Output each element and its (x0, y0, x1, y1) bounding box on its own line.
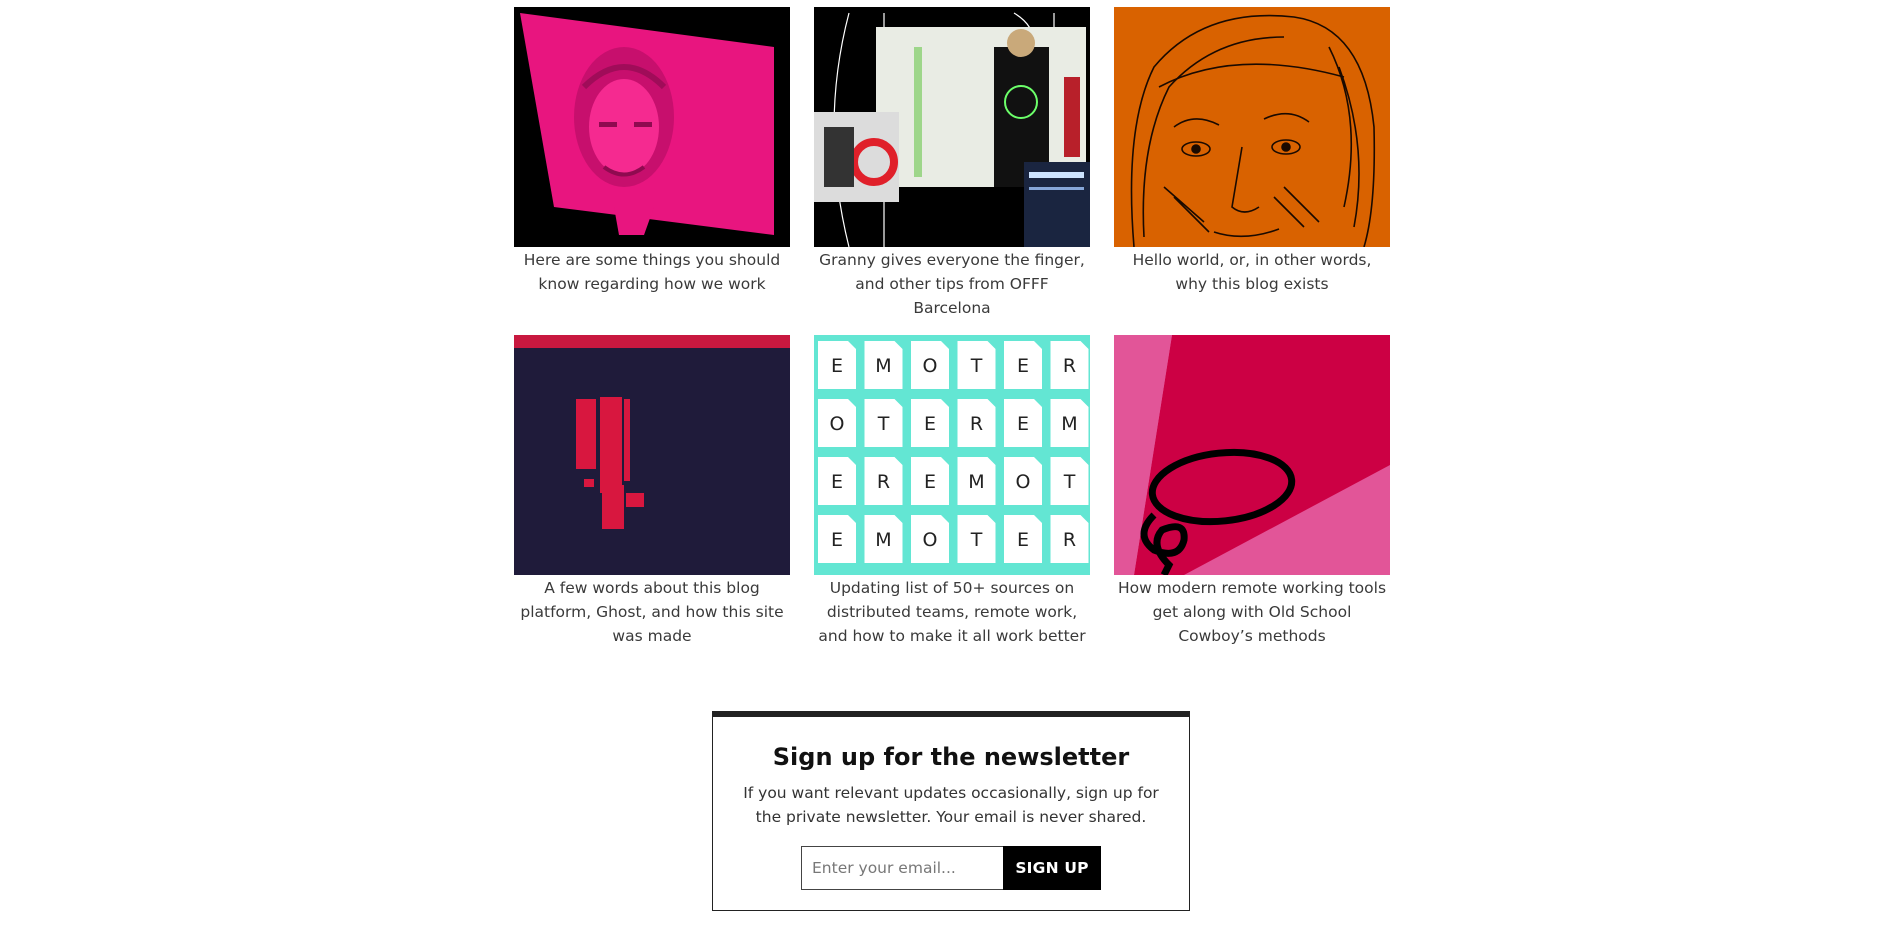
letter-glyph: E (831, 471, 843, 493)
letter-glyph: O (1016, 471, 1031, 493)
letter-glyph: M (1061, 413, 1077, 435)
letter-glyph: O (830, 413, 845, 435)
letter-glyph: T (1063, 471, 1076, 493)
letter-glyph: E (924, 471, 936, 493)
letter-glyph: E (1017, 413, 1029, 435)
newsletter-title: Sign up for the newsletter (772, 743, 1130, 771)
letter-glyph: M (875, 529, 891, 551)
post-card[interactable]: A few words about this blog platform, Gh… (514, 335, 790, 675)
newsletter-signup: Sign up for the newsletter If you want r… (712, 711, 1190, 911)
lasso-image[interactable] (1114, 335, 1390, 575)
event-collage-image[interactable] (814, 7, 1090, 247)
post-card[interactable]: E M O T E R O T E R E M E R E M O T E M O T E R Updating list o… (814, 335, 1090, 675)
post-title[interactable]: Granny gives everyone the finger, and ot… (814, 248, 1090, 320)
post-title[interactable]: A few words about this blog platform, Gh… (514, 576, 790, 648)
post-grid: Here are some things you should know reg… (514, 7, 1390, 675)
letter-glyph: R (1063, 355, 1076, 377)
post-title[interactable]: How modern remote working tools get alon… (1114, 576, 1390, 648)
letter-glyph: E (1017, 529, 1029, 551)
letter-glyph: R (970, 413, 983, 435)
exclamation-pattern-image[interactable] (514, 335, 790, 575)
emoter-letters-image[interactable]: E M O T E R O T E R E M E R E M O T E M O T E R (814, 335, 1090, 575)
post-title[interactable]: Here are some things you should know reg… (514, 248, 790, 296)
pink-portrait-image[interactable] (514, 7, 790, 247)
newsletter-description: If you want relevant updates occasionall… (743, 784, 1159, 826)
letter-glyph: E (924, 413, 936, 435)
letter-glyph: T (877, 413, 890, 435)
letter-glyph: E (831, 529, 843, 551)
letter-glyph: M (968, 471, 984, 493)
sketch-portrait-image[interactable] (1114, 7, 1390, 247)
signup-button[interactable]: SIGN UP (1003, 846, 1101, 890)
newsletter-form: SIGN UP (713, 846, 1189, 890)
letter-glyph: E (1017, 355, 1029, 377)
post-card[interactable]: How modern remote working tools get alon… (1114, 335, 1390, 675)
letter-glyph: R (877, 471, 890, 493)
letter-glyph: O (923, 355, 938, 377)
post-card[interactable]: Granny gives everyone the finger, and ot… (814, 7, 1090, 335)
email-input[interactable] (801, 846, 1003, 890)
letter-glyph: R (1063, 529, 1076, 551)
letter-glyph: E (831, 355, 843, 377)
post-title[interactable]: Updating list of 50+ sources on distribu… (814, 576, 1090, 648)
letter-glyph: T (970, 355, 983, 377)
post-card[interactable]: Hello world, or, in other words, why thi… (1114, 7, 1390, 335)
letter-glyph: O (923, 529, 938, 551)
post-title[interactable]: Hello world, or, in other words, why thi… (1114, 248, 1390, 296)
letter-glyph: M (875, 355, 891, 377)
post-card[interactable]: Here are some things you should know reg… (514, 7, 790, 335)
letter-glyph: T (970, 529, 983, 551)
